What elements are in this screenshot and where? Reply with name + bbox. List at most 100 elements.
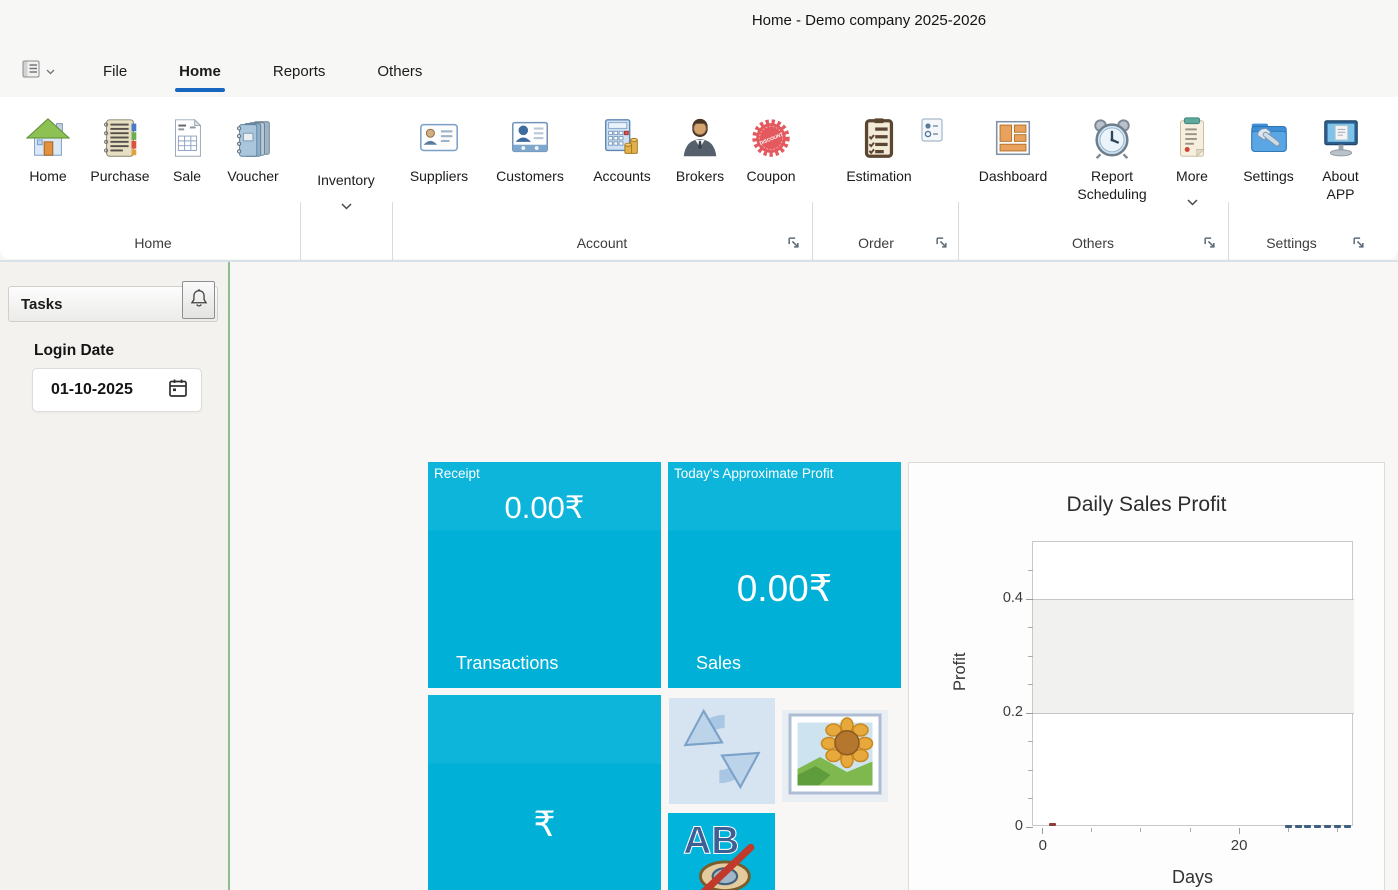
data-point-blue-dash: [1324, 825, 1331, 828]
chart-plot-area: 00.20.4020: [1032, 541, 1353, 826]
inventory-dropdown-button[interactable]: Inventory: [304, 113, 388, 215]
picture-icon: [787, 712, 883, 801]
notifications-button[interactable]: [182, 281, 215, 319]
ribbon-group-settings: Settings About APP Settings: [1230, 97, 1375, 259]
suppliers-icon: [416, 115, 462, 161]
receipt-tile-title: Receipt: [434, 466, 480, 481]
tab-home[interactable]: Home: [175, 57, 225, 86]
tab-reports[interactable]: Reports: [269, 57, 330, 86]
app-menu-button[interactable]: [22, 59, 55, 84]
chevron-down-icon: [1187, 193, 1198, 211]
data-point-blue-dash: [1314, 825, 1321, 828]
x-axis-minor-tick: [1337, 828, 1338, 832]
about-app-icon: [1318, 115, 1364, 161]
hide-names-tile[interactable]: AB: [668, 813, 775, 890]
ribbon-button-label: Voucher: [227, 167, 278, 185]
app-menu-icon: [22, 59, 44, 84]
ribbon-group-home: Home Purchase Sale: [8, 97, 298, 259]
sync-refresh-icon: [680, 707, 764, 796]
purchase-button[interactable]: Purchase: [83, 113, 157, 185]
y-axis-tick-label: 0: [979, 818, 1023, 834]
sale-icon: [164, 115, 210, 161]
data-point-blue-dash: [1334, 825, 1341, 828]
y-axis-minor-tick: [1028, 770, 1033, 771]
data-point-blue-dash: [1344, 825, 1351, 828]
bell-icon: [188, 286, 210, 315]
ribbon-button-label: Dashboard: [979, 167, 1048, 185]
x-axis-minor-tick: [1288, 828, 1289, 832]
ribbon-button-label: Purchase: [90, 167, 149, 185]
chart-gridline: [1033, 599, 1354, 600]
x-axis-minor-tick: [1190, 828, 1191, 832]
settings-button[interactable]: Settings: [1233, 113, 1305, 185]
dashboard-button[interactable]: Dashboard: [967, 113, 1059, 185]
y-axis-minor-tick: [1028, 684, 1033, 685]
dashboard-icon: [990, 115, 1036, 161]
y-axis-tick: [1026, 713, 1033, 714]
ribbon-button-label: About APP: [1309, 167, 1373, 203]
todays-profit-tile[interactable]: Today's Approximate Profit 0.00₹ Sales: [668, 462, 901, 688]
more-icon: [1169, 115, 1215, 161]
application-window: Home - Demo company 2025-2026 File Home …: [0, 0, 1398, 890]
purchase-icon: [97, 115, 143, 161]
ribbon-button-label: Suppliers: [410, 167, 468, 185]
coupon-button[interactable]: DISCOUNT Coupon: [737, 113, 805, 185]
estimation-icon: [856, 115, 902, 161]
home-button[interactable]: Home: [17, 113, 79, 185]
receipt-tile-footer: Transactions: [456, 653, 558, 674]
suppliers-button[interactable]: Suppliers: [399, 113, 479, 185]
login-date-input[interactable]: 01-10-2025: [32, 368, 202, 412]
rupee-tile[interactable]: ₹: [428, 695, 661, 890]
ribbon-group-others: Dashboard Report Scheduling More: [960, 97, 1226, 259]
voucher-button[interactable]: Voucher: [217, 113, 289, 185]
tab-file[interactable]: File: [99, 57, 131, 86]
data-point-blue-dash: [1295, 825, 1302, 828]
chart-grid-band: [1033, 599, 1354, 713]
calendar-icon[interactable]: [167, 377, 189, 404]
todays-profit-tile-value: 0.00₹: [668, 567, 901, 610]
ribbon-tab-bar: File Home Reports Others: [0, 45, 1398, 97]
ab-tile-text: AB: [683, 819, 739, 862]
todays-profit-tile-title: Today's Approximate Profit: [674, 466, 833, 481]
ribbon-button-label: Customers: [496, 167, 564, 185]
group-label-order: Order: [794, 235, 958, 251]
dialog-launcher-icon[interactable]: [935, 236, 949, 250]
more-dropdown-button[interactable]: More: [1165, 113, 1219, 211]
ribbon-button-label: Report Scheduling: [1063, 167, 1161, 203]
group-label-home: Home: [8, 235, 298, 251]
ribbon-button-label: Home: [29, 167, 66, 185]
y-axis-minor-tick: [1028, 627, 1033, 628]
about-app-button[interactable]: About APP: [1309, 113, 1373, 203]
x-axis-tick-label: 0: [1026, 837, 1060, 854]
chart-y-axis-label: Profit: [951, 652, 970, 691]
ribbon-button-label: Brokers: [676, 167, 724, 185]
receipt-tile[interactable]: Receipt 0.00₹ Transactions: [428, 462, 661, 688]
ribbon-group-order: Estimation Order: [814, 97, 958, 259]
y-axis-tick-label: 0.4: [979, 590, 1023, 606]
estimation-button[interactable]: Estimation: [834, 113, 924, 185]
ribbon-button-label: Coupon: [746, 167, 795, 185]
order-options-button[interactable]: [920, 117, 944, 143]
report-scheduling-button[interactable]: Report Scheduling: [1063, 113, 1161, 203]
login-date-label: Login Date: [34, 342, 114, 360]
group-label-settings: Settings: [1208, 235, 1375, 251]
todays-profit-tile-footer: Sales: [696, 653, 741, 674]
image-tile[interactable]: [782, 710, 888, 802]
chart-gridline: [1033, 713, 1354, 714]
chart-plot-inner: 00.20.4020: [1033, 542, 1354, 827]
ribbon-button-label: Sale: [173, 167, 201, 185]
y-axis-tick-label: 0.2: [979, 704, 1023, 720]
refresh-tile[interactable]: [669, 698, 775, 804]
ribbon-button-label: Accounts: [593, 167, 651, 185]
ribbon-button-label: Estimation: [846, 167, 911, 185]
brokers-button[interactable]: Brokers: [667, 113, 733, 185]
accounts-button[interactable]: Accounts: [581, 113, 663, 185]
y-axis-tick: [1026, 599, 1033, 600]
sale-button[interactable]: Sale: [161, 113, 213, 185]
customers-button[interactable]: Customers: [483, 113, 577, 185]
login-date-value: 01-10-2025: [51, 381, 133, 399]
ribbon-group-account: Suppliers Customers Accounts: [394, 97, 810, 259]
dialog-launcher-icon[interactable]: [1352, 236, 1366, 250]
tab-others[interactable]: Others: [373, 57, 426, 86]
x-axis-minor-tick: [1091, 828, 1092, 832]
